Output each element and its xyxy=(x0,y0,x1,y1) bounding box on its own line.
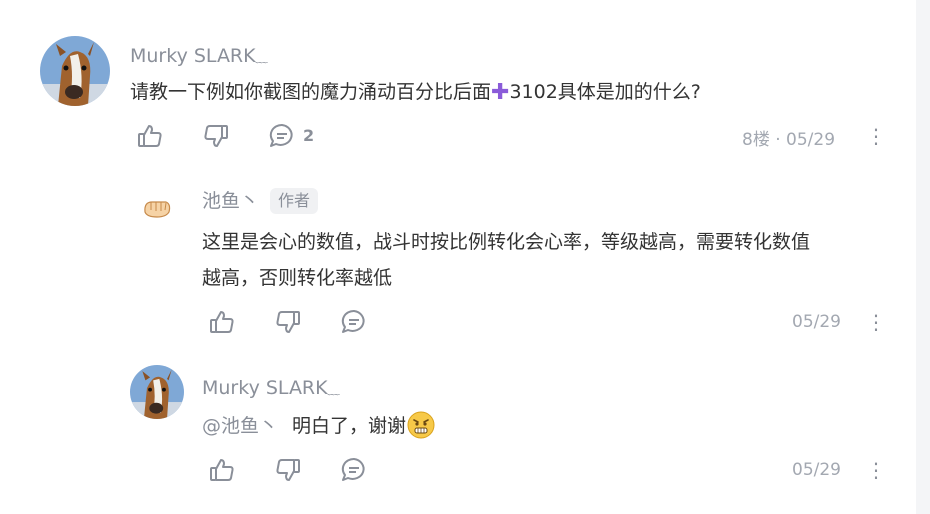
thumb-down-icon xyxy=(204,125,228,147)
reply-text-line: 这里是会心的数值，战斗时按比例转化会心率，等级越高，需要转化数值 xyxy=(202,231,811,253)
author-badge: 作者 xyxy=(270,188,319,214)
reply-author[interactable]: Murky SLARK﹏ xyxy=(202,376,340,402)
like-button[interactable] xyxy=(208,308,236,336)
thumb-up-icon xyxy=(138,125,162,147)
name-decoration: ﹏ xyxy=(255,51,268,65)
comment-bubble-icon xyxy=(269,123,293,147)
mention-link[interactable]: @池鱼丶 xyxy=(202,415,278,437)
thumb-up-icon xyxy=(210,459,234,481)
dislike-button[interactable] xyxy=(274,308,302,336)
reply-text: @池鱼丶 明白了，谢谢 xyxy=(202,408,436,444)
avatar[interactable] xyxy=(40,36,110,106)
comment-text: 请教一下例如你截图的魔力涌动百分比后面✚3102具体是加的什么? xyxy=(130,74,701,111)
avatar[interactable] xyxy=(130,365,184,419)
thumb-down-icon xyxy=(276,311,300,333)
more-vertical-icon[interactable]: ⋮ xyxy=(866,126,886,146)
grimace-emoji-icon xyxy=(406,410,436,440)
plus-emoji-icon: ✚ xyxy=(491,80,510,105)
reply-author[interactable]: 池鱼丶 xyxy=(202,189,259,213)
floor-and-date: 8楼 · 05/29 xyxy=(742,130,836,150)
dislike-button[interactable] xyxy=(202,122,230,150)
reply-date: 05/29 xyxy=(792,312,841,332)
reply-button[interactable] xyxy=(268,122,296,150)
thumb-down-icon xyxy=(276,459,300,481)
more-vertical-icon[interactable]: ⋮ xyxy=(866,312,886,332)
reply-button[interactable] xyxy=(340,308,368,336)
reply-date: 05/29 xyxy=(792,460,841,480)
like-button[interactable] xyxy=(136,122,164,150)
like-button[interactable] xyxy=(208,456,236,484)
right-edge-panel xyxy=(916,0,930,514)
name-decoration: ﹏ xyxy=(327,383,340,397)
avatar[interactable] xyxy=(140,190,174,224)
comment-bubble-icon xyxy=(341,309,365,333)
reply-text-line: 越高，否则转化率越低 xyxy=(202,267,393,289)
reply-count: 2 xyxy=(303,126,315,145)
comment-author[interactable]: Murky SLARK﹏ xyxy=(130,44,268,70)
more-vertical-icon[interactable]: ⋮ xyxy=(866,460,886,480)
thumb-up-icon xyxy=(210,311,234,333)
comment-bubble-icon xyxy=(341,457,365,481)
dislike-button[interactable] xyxy=(274,456,302,484)
reply-button[interactable] xyxy=(340,456,368,484)
